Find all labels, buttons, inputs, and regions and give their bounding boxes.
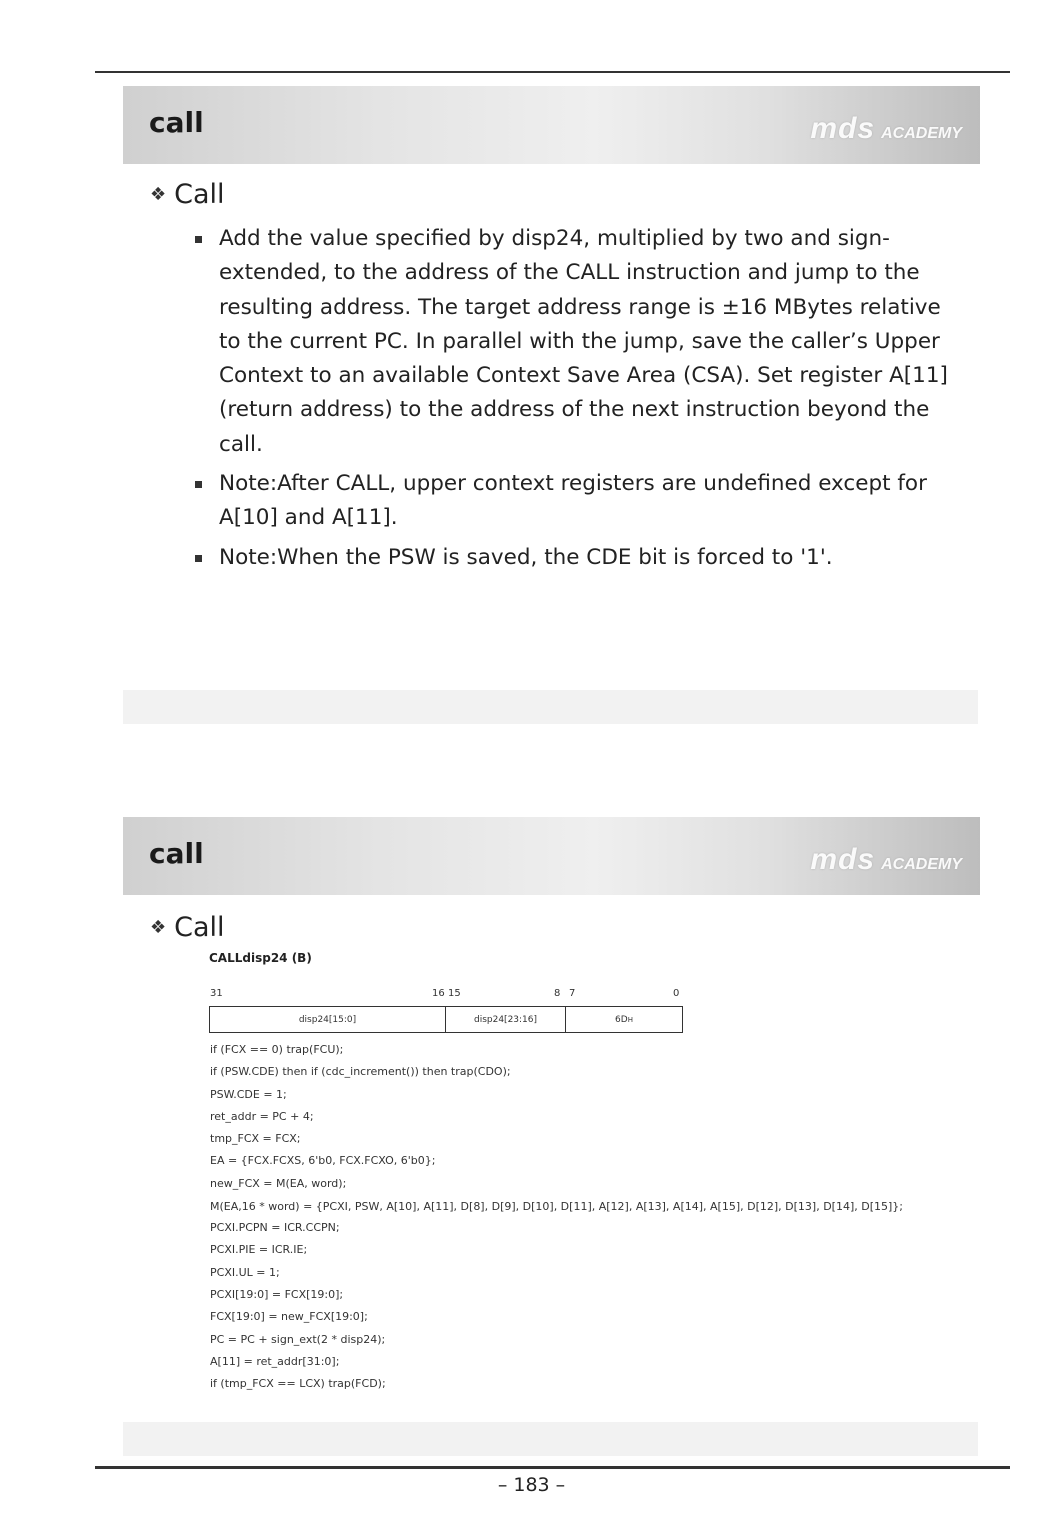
slide1-title: call [149, 106, 204, 139]
code-line: if (PSW.CDE) then if (cdc_increment()) t… [210, 1065, 511, 1079]
square-bullet-icon [195, 481, 202, 489]
slide1-subheading: ❖ Call [150, 179, 225, 210]
logo-sub: ACADEMY [881, 125, 962, 142]
encoding-field-disp24-high: disp24[23:16] [446, 1007, 566, 1032]
slide2-title: call [149, 837, 204, 870]
bit-number: 0 [673, 988, 680, 999]
bullet-text: Add the value specified by disp24, multi… [219, 226, 948, 457]
top-rule [95, 71, 1010, 73]
operation-pseudocode: if (FCX == 0) trap(FCU); if (PSW.CDE) th… [210, 1039, 910, 1395]
code-line: PSW.CDE = 1; [210, 1087, 287, 1101]
code-line: ret_addr = PC + 4; [210, 1109, 314, 1123]
bit-number: 15 [448, 988, 461, 999]
code-line: M(EA,16 * word) = {PCXI, PSW, A[10], A[1… [210, 1200, 904, 1214]
instruction-encoding-table: disp24[15:0] disp24[23:16] 6D H [209, 1006, 683, 1033]
slide2-subheading: ❖ Call [150, 912, 225, 943]
slide1-subheading-text: Call [174, 179, 225, 210]
code-line: tmp_FCX = FCX; [210, 1132, 301, 1146]
logo-main: mds [810, 112, 876, 145]
instruction-format-name: CALLdisp24 (B) [209, 951, 312, 965]
code-line: PCXI.PCPN = ICR.CCPN; [210, 1221, 340, 1235]
square-bullet-icon [195, 236, 202, 243]
bullet-item: Note:After CALL, upper context registers… [193, 467, 953, 536]
code-line: PCXI.UL = 1; [210, 1265, 280, 1279]
diamond-bullet-icon: ❖ [150, 917, 167, 938]
code-line: PCXI[19:0] = FCX[19:0]; [210, 1287, 344, 1301]
code-line: PC = PC + sign_ext(2 * disp24); [210, 1332, 386, 1346]
bottom-rule [95, 1466, 1010, 1469]
diamond-bullet-icon: ❖ [150, 184, 167, 205]
slide2-subheading-text: Call [174, 912, 225, 943]
code-line: EA = {FCX.FCXS, 6'b0, FCX.FCXO, 6'b0}; [210, 1154, 436, 1168]
slide1-bullet-list: Add the value specified by disp24, multi… [193, 222, 953, 580]
opcode-value: 6D [615, 1014, 628, 1025]
page-number: – 183 – [497, 1474, 566, 1496]
code-line: if (FCX == 0) trap(FCU); [210, 1043, 344, 1056]
bit-number: 16 [432, 988, 445, 999]
encoding-field-opcode: 6D H [566, 1007, 682, 1032]
square-bullet-icon [195, 554, 202, 562]
slide2-footer-band [123, 1422, 978, 1456]
logo-sub: ACADEMY [881, 856, 962, 873]
bullet-item: Add the value specified by disp24, multi… [193, 222, 953, 462]
mds-academy-logo: mds ACADEMY [810, 112, 962, 146]
slide1-footer-band [123, 690, 978, 724]
code-line: if (tmp_FCX == LCX) trap(FCD); [210, 1377, 386, 1391]
bullet-item: Note:When the PSW is saved, the CDE bit … [193, 541, 953, 575]
slide2-header: call mds ACADEMY [123, 817, 980, 895]
mds-academy-logo: mds ACADEMY [810, 843, 962, 877]
bit-number: 31 [210, 988, 223, 999]
code-line: A[11] = ret_addr[31:0]; [210, 1354, 340, 1368]
code-line: new_FCX = M(EA, word); [210, 1176, 347, 1190]
bit-number: 8 [554, 988, 561, 999]
code-line: PCXI.PIE = ICR.IE; [210, 1243, 308, 1257]
opcode-subscript: H [627, 1015, 633, 1024]
logo-main: mds [810, 843, 876, 876]
bullet-text: Note:After CALL, upper context registers… [219, 471, 927, 531]
bit-number: 7 [569, 988, 576, 999]
code-line: FCX[19:0] = new_FCX[19:0]; [210, 1310, 368, 1324]
slide1-header: call mds ACADEMY [123, 86, 980, 164]
bullet-text: Note:When the PSW is saved, the CDE bit … [219, 544, 833, 570]
encoding-field-disp24-low: disp24[15:0] [210, 1007, 446, 1032]
